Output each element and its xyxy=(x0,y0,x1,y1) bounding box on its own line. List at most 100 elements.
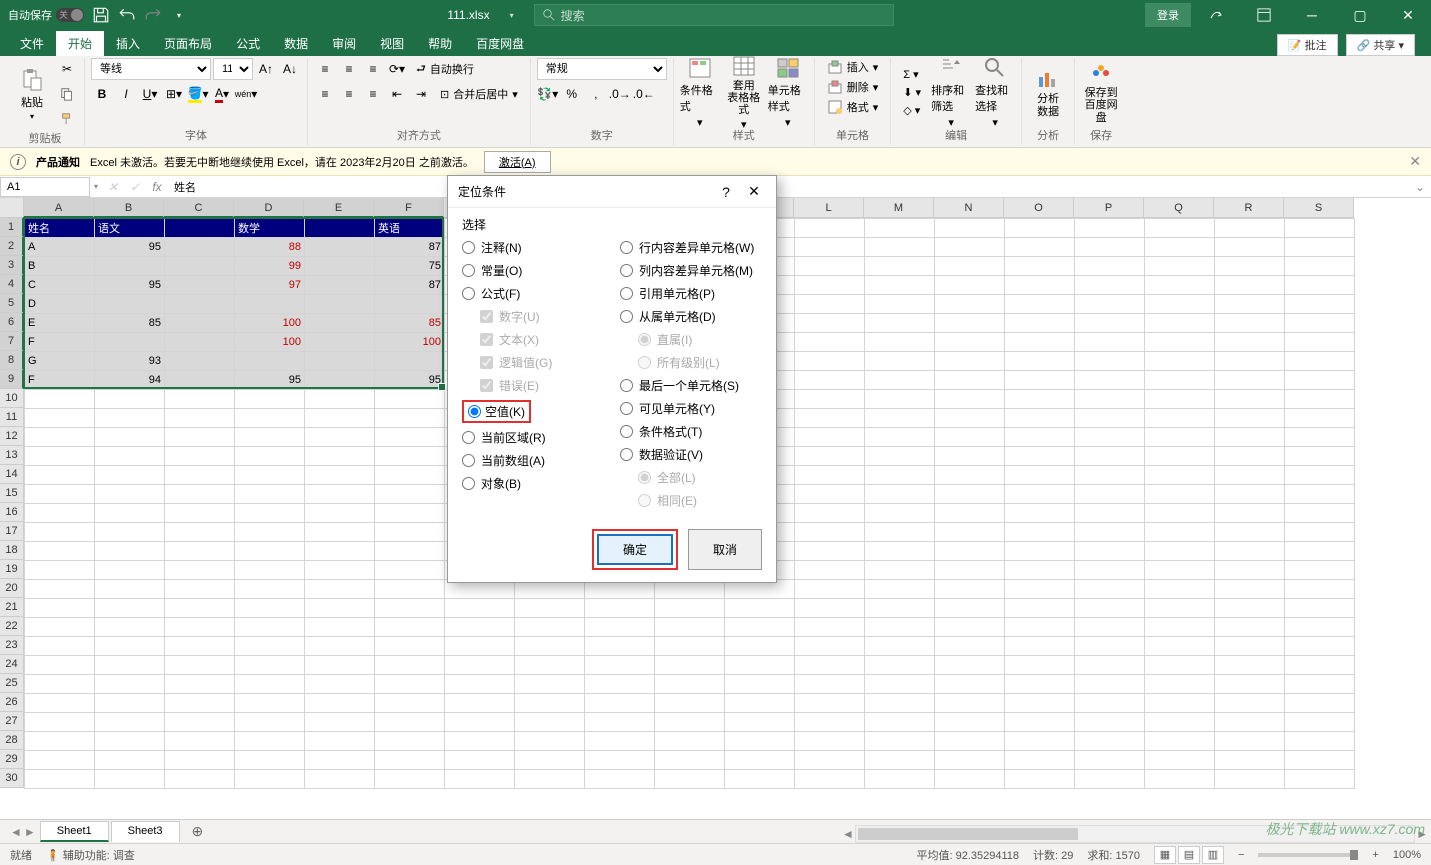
cell[interactable] xyxy=(25,542,95,561)
cell[interactable] xyxy=(515,618,585,637)
cell[interactable]: 语文 xyxy=(95,219,165,238)
redo-icon[interactable] xyxy=(144,6,162,24)
cell[interactable] xyxy=(165,580,235,599)
sheet-nav-prev-icon[interactable]: ◄ xyxy=(10,825,22,839)
col-header[interactable]: F xyxy=(374,198,444,218)
cell[interactable] xyxy=(1215,390,1285,409)
cell[interactable]: F xyxy=(25,333,95,352)
cell[interactable] xyxy=(305,371,375,390)
cell[interactable] xyxy=(1005,219,1075,238)
cell[interactable] xyxy=(725,618,795,637)
cell[interactable] xyxy=(375,599,445,618)
option-label[interactable]: 从属单元格(D) xyxy=(639,308,716,325)
cell[interactable] xyxy=(305,675,375,694)
cell[interactable] xyxy=(795,675,865,694)
cell[interactable] xyxy=(235,466,305,485)
cell[interactable] xyxy=(795,580,865,599)
cell[interactable] xyxy=(1215,637,1285,656)
cell[interactable] xyxy=(865,751,935,770)
cell[interactable] xyxy=(25,656,95,675)
cell[interactable] xyxy=(305,523,375,542)
cell[interactable]: 95 xyxy=(95,276,165,295)
cell[interactable] xyxy=(235,295,305,314)
cell[interactable] xyxy=(235,352,305,371)
cell[interactable] xyxy=(375,504,445,523)
cell[interactable] xyxy=(865,637,935,656)
cell[interactable] xyxy=(935,504,1005,523)
cell[interactable] xyxy=(305,713,375,732)
currency-icon[interactable]: 💱▾ xyxy=(537,83,559,105)
cell[interactable] xyxy=(795,542,865,561)
cell[interactable] xyxy=(1215,295,1285,314)
cell[interactable] xyxy=(305,390,375,409)
save-baidu-button[interactable]: 保存到 百度网盘 xyxy=(1081,60,1121,126)
cell[interactable] xyxy=(935,466,1005,485)
cell[interactable] xyxy=(165,675,235,694)
cell[interactable] xyxy=(1215,599,1285,618)
option-input[interactable] xyxy=(620,310,633,323)
cell[interactable] xyxy=(1075,238,1145,257)
cell[interactable] xyxy=(1005,580,1075,599)
cell[interactable]: 姓名 xyxy=(25,219,95,238)
cell[interactable] xyxy=(375,618,445,637)
cell[interactable] xyxy=(1145,580,1215,599)
add-sheet-icon[interactable]: ⊕ xyxy=(184,823,212,840)
cell[interactable] xyxy=(1145,599,1215,618)
cell[interactable] xyxy=(1075,314,1145,333)
cell[interactable] xyxy=(1075,390,1145,409)
cell[interactable] xyxy=(1285,466,1355,485)
cell[interactable] xyxy=(235,390,305,409)
notice-close-icon[interactable]: ✕ xyxy=(1409,153,1421,170)
cell[interactable] xyxy=(585,770,655,789)
cell[interactable] xyxy=(165,295,235,314)
cell[interactable] xyxy=(375,542,445,561)
cell[interactable] xyxy=(1285,371,1355,390)
ok-button[interactable]: 确定 xyxy=(597,534,673,565)
cell[interactable] xyxy=(1285,295,1355,314)
cell[interactable] xyxy=(305,504,375,523)
cell[interactable] xyxy=(1285,390,1355,409)
cell[interactable] xyxy=(1285,314,1355,333)
cell[interactable] xyxy=(95,485,165,504)
option-label[interactable]: 可见单元格(Y) xyxy=(639,400,715,417)
cell[interactable] xyxy=(1145,257,1215,276)
cell[interactable] xyxy=(865,257,935,276)
cell[interactable] xyxy=(865,732,935,751)
cell[interactable] xyxy=(1285,618,1355,637)
cell[interactable] xyxy=(935,637,1005,656)
qat-dropdown-icon[interactable]: ▾ xyxy=(170,6,188,24)
cell[interactable] xyxy=(445,732,515,751)
cell[interactable] xyxy=(375,580,445,599)
font-size-select[interactable]: 11 xyxy=(213,58,253,80)
cell[interactable] xyxy=(1145,485,1215,504)
cell[interactable] xyxy=(865,504,935,523)
cell[interactable] xyxy=(795,732,865,751)
cell[interactable] xyxy=(95,466,165,485)
cell[interactable] xyxy=(1145,770,1215,789)
cell[interactable] xyxy=(305,618,375,637)
cell[interactable] xyxy=(1145,314,1215,333)
cell[interactable] xyxy=(25,504,95,523)
italic-icon[interactable]: I xyxy=(115,83,137,105)
cell[interactable] xyxy=(515,637,585,656)
cell[interactable] xyxy=(1215,732,1285,751)
cell[interactable] xyxy=(1075,542,1145,561)
cell[interactable] xyxy=(1285,276,1355,295)
cell[interactable] xyxy=(95,675,165,694)
option-label[interactable]: 常量(O) xyxy=(481,262,522,279)
cell[interactable] xyxy=(165,751,235,770)
cell[interactable] xyxy=(25,618,95,637)
col-header[interactable]: A xyxy=(24,198,94,218)
cell[interactable]: 87 xyxy=(375,276,445,295)
close-icon[interactable]: ✕ xyxy=(1385,0,1431,30)
indent-inc-icon[interactable]: ⇥ xyxy=(410,83,432,105)
cell[interactable] xyxy=(795,637,865,656)
cell[interactable] xyxy=(375,485,445,504)
cell[interactable] xyxy=(585,618,655,637)
cell[interactable] xyxy=(795,504,865,523)
cell[interactable] xyxy=(165,770,235,789)
cell[interactable] xyxy=(25,732,95,751)
cell[interactable] xyxy=(935,257,1005,276)
cell[interactable] xyxy=(375,447,445,466)
cell[interactable] xyxy=(1215,409,1285,428)
